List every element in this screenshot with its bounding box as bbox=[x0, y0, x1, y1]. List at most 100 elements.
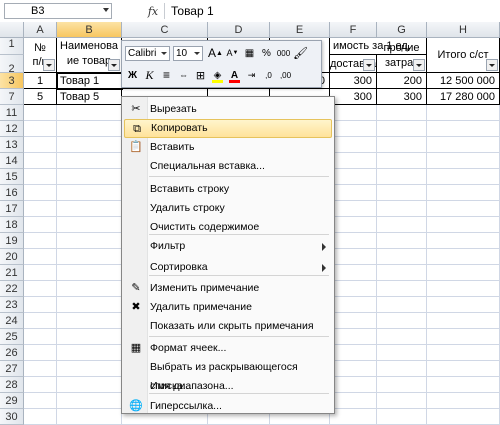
row-header-13[interactable]: 13 bbox=[0, 137, 24, 153]
cell[interactable] bbox=[24, 297, 57, 313]
row-header-24[interactable]: 24 bbox=[0, 313, 24, 329]
cell[interactable] bbox=[24, 249, 57, 265]
data-cell-h[interactable]: 17 280 000 bbox=[427, 89, 500, 105]
row-header-26[interactable]: 26 bbox=[0, 345, 24, 361]
data-cell-f[interactable]: 300 bbox=[330, 89, 377, 105]
cell[interactable] bbox=[24, 105, 57, 121]
cell[interactable] bbox=[24, 361, 57, 377]
data-cell-g[interactable]: 200 bbox=[377, 73, 427, 89]
shrink-font-button[interactable]: A ▼ bbox=[225, 45, 240, 61]
cell[interactable] bbox=[330, 345, 377, 361]
font-color-button[interactable]: A bbox=[227, 67, 242, 83]
menu-item-12[interactable]: Показать или скрыть примечания bbox=[124, 317, 332, 336]
cell[interactable] bbox=[57, 297, 122, 313]
cell[interactable] bbox=[24, 121, 57, 137]
grow-font-button[interactable]: A ▲ bbox=[208, 45, 223, 61]
cell[interactable] bbox=[24, 201, 57, 217]
cell[interactable] bbox=[427, 201, 500, 217]
menu-item-3[interactable]: 📋 Вставить bbox=[124, 138, 332, 157]
cell[interactable] bbox=[330, 265, 377, 281]
cell[interactable] bbox=[377, 217, 427, 233]
column-header-g[interactable]: G bbox=[377, 22, 427, 38]
cell[interactable] bbox=[330, 377, 377, 393]
cell[interactable] bbox=[57, 137, 122, 153]
percent-button[interactable]: % bbox=[259, 45, 274, 61]
row-header-21[interactable]: 21 bbox=[0, 265, 24, 281]
function-icon[interactable]: fx bbox=[146, 4, 160, 18]
row-header-20[interactable]: 20 bbox=[0, 249, 24, 265]
filter-dropdown-button[interactable] bbox=[43, 59, 55, 71]
menu-item-6[interactable]: Удалить строку bbox=[124, 199, 332, 218]
column-header-b[interactable]: B bbox=[57, 22, 122, 38]
data-cell-a[interactable]: 5 bbox=[24, 89, 57, 105]
cell[interactable] bbox=[330, 249, 377, 265]
cell[interactable] bbox=[330, 201, 377, 217]
column-header-f[interactable]: F bbox=[330, 22, 377, 38]
cell[interactable] bbox=[57, 217, 122, 233]
merge-button[interactable]: ⇔ bbox=[176, 67, 191, 83]
cell[interactable] bbox=[24, 313, 57, 329]
row-header-15[interactable]: 15 bbox=[0, 169, 24, 185]
cell[interactable] bbox=[427, 345, 500, 361]
row-header-28[interactable]: 28 bbox=[0, 377, 24, 393]
cell[interactable] bbox=[57, 313, 122, 329]
filter-dropdown-button[interactable] bbox=[486, 59, 498, 71]
cell[interactable] bbox=[57, 249, 122, 265]
data-cell-a[interactable]: 1 bbox=[24, 73, 57, 89]
column-header-d[interactable]: D bbox=[208, 22, 270, 38]
cell[interactable] bbox=[24, 217, 57, 233]
column-header-h[interactable]: H bbox=[427, 22, 500, 38]
borders-button[interactable]: ⊞ bbox=[193, 67, 208, 83]
cell[interactable] bbox=[330, 281, 377, 297]
italic-button[interactable]: К bbox=[142, 67, 157, 83]
row-header-1[interactable]: 1 bbox=[0, 38, 24, 55]
row-header-19[interactable]: 19 bbox=[0, 233, 24, 249]
row-header-18[interactable]: 18 bbox=[0, 217, 24, 233]
increase-decimal-button[interactable]: ,0 bbox=[261, 67, 276, 83]
cell[interactable] bbox=[377, 265, 427, 281]
cell[interactable] bbox=[427, 409, 500, 425]
cell[interactable] bbox=[427, 265, 500, 281]
cell[interactable] bbox=[377, 281, 427, 297]
cell[interactable] bbox=[57, 105, 122, 121]
cell[interactable] bbox=[377, 249, 427, 265]
cell[interactable] bbox=[24, 409, 57, 425]
menu-item-13[interactable]: ▦ Формат ячеек... bbox=[124, 339, 332, 358]
cell[interactable] bbox=[377, 201, 427, 217]
menu-item-16[interactable]: 🌐 Гиперссылка... bbox=[124, 397, 332, 416]
row-header-16[interactable]: 16 bbox=[0, 185, 24, 201]
data-cell-b[interactable]: Товар 5 bbox=[57, 89, 122, 105]
filter-dropdown-button[interactable] bbox=[363, 59, 375, 71]
row-header-11[interactable]: 11 bbox=[0, 105, 24, 121]
cell[interactable] bbox=[377, 105, 427, 121]
cell[interactable] bbox=[377, 153, 427, 169]
cell[interactable] bbox=[24, 393, 57, 409]
cell[interactable] bbox=[427, 313, 500, 329]
cell[interactable] bbox=[427, 297, 500, 313]
cell[interactable] bbox=[427, 121, 500, 137]
cell[interactable] bbox=[330, 185, 377, 201]
cell[interactable] bbox=[427, 249, 500, 265]
cell[interactable] bbox=[427, 377, 500, 393]
menu-item-5[interactable]: Вставить строку bbox=[124, 180, 332, 199]
cell[interactable] bbox=[330, 169, 377, 185]
cell[interactable] bbox=[427, 137, 500, 153]
cell[interactable] bbox=[330, 137, 377, 153]
decrease-decimal-button[interactable]: ,00 bbox=[278, 67, 293, 83]
cell[interactable] bbox=[330, 393, 377, 409]
cell[interactable] bbox=[57, 153, 122, 169]
cell[interactable] bbox=[377, 185, 427, 201]
cell[interactable] bbox=[330, 121, 377, 137]
cell[interactable] bbox=[377, 297, 427, 313]
cell[interactable] bbox=[24, 153, 57, 169]
data-cell-h[interactable]: 12 500 000 bbox=[427, 73, 500, 89]
column-header-a[interactable]: A bbox=[24, 22, 57, 38]
row-header-23[interactable]: 23 bbox=[0, 297, 24, 313]
data-cell-f[interactable]: 300 bbox=[330, 73, 377, 89]
cell[interactable] bbox=[377, 361, 427, 377]
cell[interactable] bbox=[57, 281, 122, 297]
cell[interactable] bbox=[57, 345, 122, 361]
currency-button[interactable]: ▦ bbox=[242, 45, 257, 61]
row-header-27[interactable]: 27 bbox=[0, 361, 24, 377]
row-header-2[interactable]: 2 bbox=[0, 55, 24, 75]
